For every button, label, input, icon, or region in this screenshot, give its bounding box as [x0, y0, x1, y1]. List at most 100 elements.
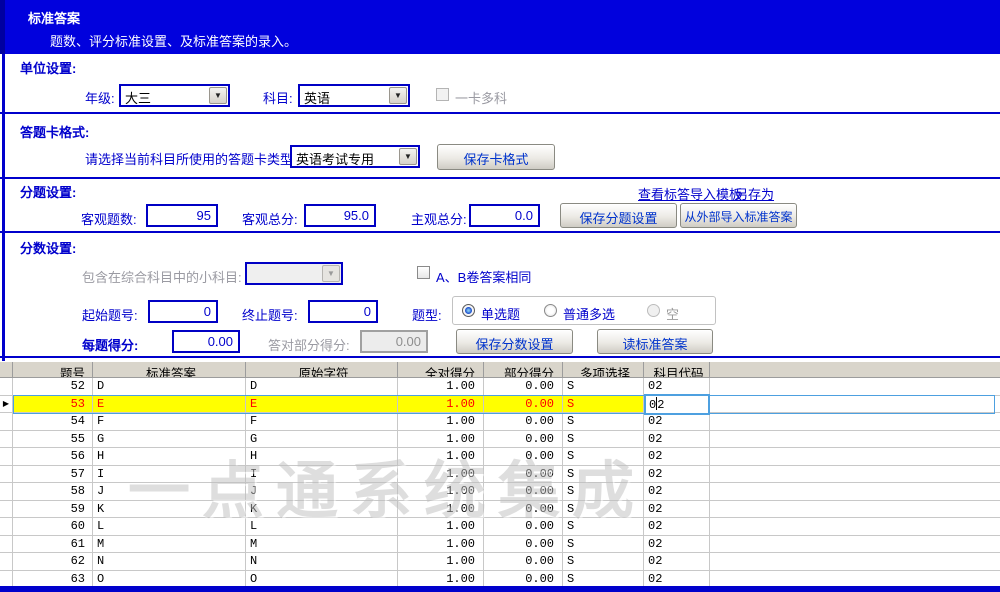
cell-raw[interactable]: F: [246, 413, 398, 431]
cell-partial[interactable]: 0.00: [484, 501, 563, 519]
row-selector[interactable]: [0, 431, 13, 449]
table-row[interactable]: 52DD1.000.00S02: [0, 378, 1000, 396]
cell-full[interactable]: 1.00: [398, 378, 484, 396]
cell-full[interactable]: 1.00: [398, 518, 484, 536]
cell-raw[interactable]: E: [246, 396, 398, 414]
row-selector[interactable]: [0, 536, 13, 554]
cell-no[interactable]: 53: [13, 396, 93, 414]
cell-answer[interactable]: N: [93, 553, 246, 571]
table-row[interactable]: 56HH1.000.00S02: [0, 448, 1000, 466]
cell-answer[interactable]: I: [93, 466, 246, 484]
cell-no[interactable]: 62: [13, 553, 93, 571]
cell-multi[interactable]: S: [563, 518, 644, 536]
save-as-link[interactable]: 另存为: [735, 184, 774, 203]
cell-code[interactable]: 02: [644, 483, 710, 501]
cell-code[interactable]: 02: [644, 501, 710, 519]
radio-single-choice[interactable]: [462, 304, 475, 317]
view-import-template-link[interactable]: 查看标答导入模板: [638, 184, 742, 203]
cell-no[interactable]: 57: [13, 466, 93, 484]
cell-full[interactable]: 1.00: [398, 396, 484, 414]
table-row[interactable]: 62NN1.000.00S02: [0, 553, 1000, 571]
import-answers-button[interactable]: 从外部导入标准答案: [680, 203, 797, 228]
cell-full[interactable]: 1.00: [398, 413, 484, 431]
read-answers-button[interactable]: 读标准答案: [597, 329, 713, 354]
cell-full[interactable]: 1.00: [398, 553, 484, 571]
end-number-input[interactable]: 0: [308, 300, 378, 323]
cell-partial[interactable]: 0.00: [484, 448, 563, 466]
cell-full[interactable]: 1.00: [398, 483, 484, 501]
grade-select[interactable]: 大三 ▼: [119, 84, 230, 107]
cell-raw[interactable]: G: [246, 431, 398, 449]
table-row[interactable]: 55GG1.000.00S02: [0, 431, 1000, 449]
cell-no[interactable]: 52: [13, 378, 93, 396]
chevron-down-icon[interactable]: ▼: [389, 87, 407, 104]
cell-multi[interactable]: S: [563, 448, 644, 466]
chevron-down-icon[interactable]: ▼: [399, 148, 417, 165]
cell-multi[interactable]: S: [563, 413, 644, 431]
cell-no[interactable]: 59: [13, 501, 93, 519]
cell-code[interactable]: 02: [644, 413, 710, 431]
table-row[interactable]: 58JJ1.000.00S02: [0, 483, 1000, 501]
cell-partial[interactable]: 0.00: [484, 518, 563, 536]
sub-subject-select[interactable]: ▼: [245, 262, 343, 285]
cell-partial[interactable]: 0.00: [484, 378, 563, 396]
header-standard-answer[interactable]: 标准答案: [93, 362, 246, 377]
cell-no[interactable]: 56: [13, 448, 93, 466]
cell-partial[interactable]: 0.00: [484, 483, 563, 501]
cell-answer[interactable]: J: [93, 483, 246, 501]
save-card-format-button[interactable]: 保存卡格式: [437, 144, 555, 170]
cell-answer[interactable]: L: [93, 518, 246, 536]
cell-full[interactable]: 1.00: [398, 536, 484, 554]
cell-answer[interactable]: F: [93, 413, 246, 431]
cell-code[interactable]: 02: [644, 448, 710, 466]
cell-multi[interactable]: S: [563, 396, 644, 414]
table-row[interactable]: 61MM1.000.00S02: [0, 536, 1000, 554]
cell-raw[interactable]: H: [246, 448, 398, 466]
header-full-score[interactable]: 全对得分: [398, 362, 484, 377]
cell-no[interactable]: 54: [13, 413, 93, 431]
radio-multi-choice[interactable]: [544, 304, 557, 317]
cell-full[interactable]: 1.00: [398, 431, 484, 449]
cell-full[interactable]: 1.00: [398, 501, 484, 519]
cell-answer[interactable]: E: [93, 396, 246, 414]
header-subject-code[interactable]: 科目代码: [644, 362, 710, 377]
cell-multi[interactable]: S: [563, 483, 644, 501]
table-row[interactable]: 60LL1.000.00S02: [0, 518, 1000, 536]
row-selector[interactable]: [0, 483, 13, 501]
table-row[interactable]: ▶53EE1.000.00S: [0, 396, 1000, 414]
save-score-button[interactable]: 保存分数设置: [456, 329, 573, 354]
subjective-total-input[interactable]: 0.0: [469, 204, 540, 227]
row-selector[interactable]: [0, 501, 13, 519]
save-division-button[interactable]: 保存分题设置: [560, 203, 677, 228]
cell-raw[interactable]: N: [246, 553, 398, 571]
cell-code[interactable]: 02: [644, 378, 710, 396]
table-row[interactable]: 59KK1.000.00S02: [0, 501, 1000, 519]
cell-raw[interactable]: K: [246, 501, 398, 519]
cell-partial[interactable]: 0.00: [484, 536, 563, 554]
cell-full[interactable]: 1.00: [398, 448, 484, 466]
row-selector[interactable]: ▶: [0, 396, 13, 414]
cell-answer[interactable]: M: [93, 536, 246, 554]
cell-answer[interactable]: H: [93, 448, 246, 466]
cell-answer[interactable]: K: [93, 501, 246, 519]
cell-code[interactable]: 02: [644, 466, 710, 484]
cell-raw[interactable]: J: [246, 483, 398, 501]
cell-no[interactable]: 60: [13, 518, 93, 536]
cell-partial[interactable]: 0.00: [484, 553, 563, 571]
chevron-down-icon[interactable]: ▼: [209, 87, 227, 104]
cell-code[interactable]: 02: [644, 536, 710, 554]
header-partial-score[interactable]: 部分得分: [484, 362, 563, 377]
table-row[interactable]: 57II1.000.00S02: [0, 466, 1000, 484]
cell-partial[interactable]: 0.00: [484, 396, 563, 414]
chevron-down-icon[interactable]: ▼: [322, 265, 340, 282]
subject-select[interactable]: 英语 ▼: [298, 84, 410, 107]
cell-partial[interactable]: 0.00: [484, 431, 563, 449]
cell-code[interactable]: 02: [644, 431, 710, 449]
subject-code-edit-cell[interactable]: 02: [644, 394, 710, 415]
row-selector[interactable]: [0, 466, 13, 484]
cell-answer[interactable]: D: [93, 378, 246, 396]
cell-full[interactable]: 1.00: [398, 466, 484, 484]
objective-total-input[interactable]: 95.0: [304, 204, 376, 227]
card-type-select[interactable]: 英语考试专用 ▼: [290, 145, 420, 168]
row-selector[interactable]: [0, 413, 13, 431]
